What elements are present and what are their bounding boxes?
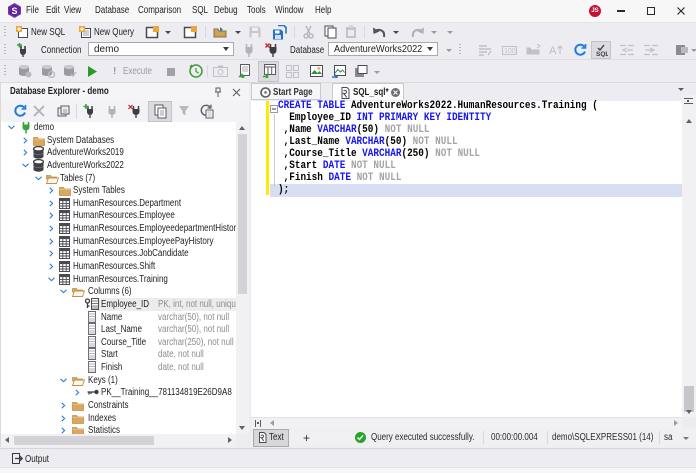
svg-text:SQL: SQL bbox=[596, 51, 608, 57]
svg-text:100: 100 bbox=[504, 48, 516, 55]
svg-text:A: A bbox=[549, 45, 557, 56]
svg-text:S: S bbox=[11, 6, 17, 16]
